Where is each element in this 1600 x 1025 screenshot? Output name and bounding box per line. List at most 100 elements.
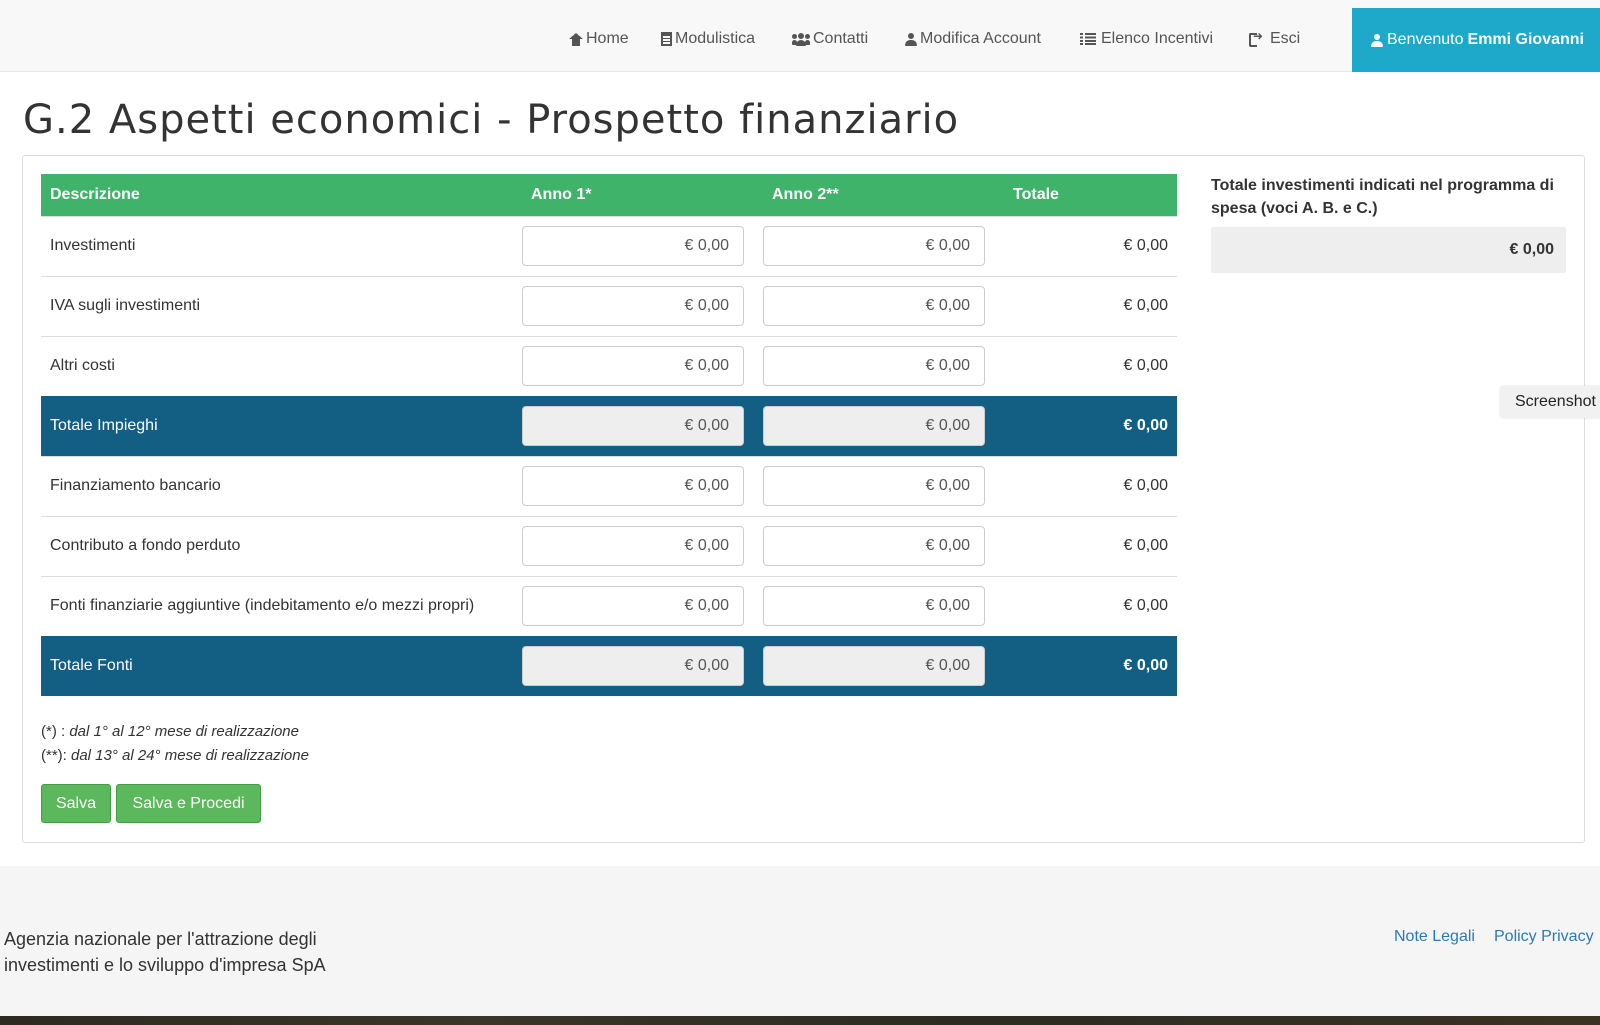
nav-elenco-incentivi-label: Elenco Incentivi bbox=[1101, 30, 1214, 47]
anno-1-cell bbox=[522, 515, 763, 576]
list-icon bbox=[1080, 33, 1096, 45]
welcome-prefix: Benvenuto bbox=[1387, 31, 1464, 48]
table-total-row: Totale Fonti € 0,00 bbox=[41, 635, 1177, 696]
anno-1-cell bbox=[522, 335, 763, 396]
anno-2-input[interactable] bbox=[763, 406, 985, 446]
footer-organization: Agenzia nazionale per l'attrazione degli… bbox=[4, 926, 364, 978]
users-icon bbox=[792, 32, 810, 46]
table-row: Contributo a fondo perduto € 0,00 bbox=[41, 515, 1177, 576]
nav-modulistica-label: Modulistica bbox=[675, 30, 756, 47]
anno-2-input[interactable] bbox=[763, 586, 985, 626]
anno-1-input[interactable] bbox=[522, 226, 744, 266]
welcome-user-button[interactable]: Benvenuto Emmi Giovanni bbox=[1352, 8, 1600, 72]
row-total-value: € 0,00 bbox=[1004, 515, 1177, 576]
anno-1-input[interactable] bbox=[522, 406, 744, 446]
footnote-2-key: (**): bbox=[41, 747, 71, 764]
footnote-1-text: dal 1° al 12° mese di realizzazione bbox=[69, 723, 299, 740]
anno-2-input[interactable] bbox=[763, 466, 985, 506]
side-total-title: Totale investimenti indicati nel program… bbox=[1211, 177, 1554, 217]
sign-out-icon bbox=[1249, 29, 1263, 47]
row-total-value: € 0,00 bbox=[1004, 215, 1177, 276]
anno-1-input[interactable] bbox=[522, 346, 744, 386]
table-row: Investimenti € 0,00 bbox=[41, 215, 1177, 276]
anno-2-input[interactable] bbox=[763, 226, 985, 266]
footnote-1-key: (*) : bbox=[41, 723, 70, 740]
nav-modifica-account-label: Modifica Account bbox=[920, 30, 1041, 47]
anno-2-input[interactable] bbox=[763, 286, 985, 326]
header-anno-1: Anno 1* bbox=[522, 174, 763, 216]
background-image-strip bbox=[0, 1016, 1600, 1025]
anno-2-cell bbox=[763, 515, 1004, 576]
header-anno-2: Anno 2** bbox=[763, 174, 1004, 216]
anno-1-cell bbox=[522, 635, 763, 696]
save-button[interactable]: Salva bbox=[41, 784, 111, 823]
table-row: IVA sugli investimenti € 0,00 bbox=[41, 275, 1177, 336]
nav-modifica-account[interactable]: Modifica Account bbox=[905, 30, 1041, 48]
row-total-value: € 0,00 bbox=[1004, 275, 1177, 336]
anno-1-input[interactable] bbox=[522, 286, 744, 326]
nav-home-label: Home bbox=[586, 30, 629, 47]
anno-2-cell bbox=[763, 215, 1004, 276]
header-descrizione: Descrizione bbox=[41, 174, 522, 216]
table-row: Fonti finanziarie aggiuntive (indebitame… bbox=[41, 575, 1177, 636]
anno-1-input[interactable] bbox=[522, 646, 744, 687]
anno-2-input[interactable] bbox=[763, 346, 985, 386]
anno-1-input[interactable] bbox=[522, 586, 744, 626]
footnote-anno-2: (**): dal 13° al 24° mese di realizzazio… bbox=[41, 747, 309, 764]
side-total-value: € 0,00 bbox=[1211, 227, 1566, 273]
anno-2-cell bbox=[763, 635, 1004, 696]
anno-2-input[interactable] bbox=[763, 646, 985, 687]
row-description: Investimenti bbox=[41, 215, 522, 276]
anno-1-cell bbox=[522, 455, 763, 516]
row-description: IVA sugli investimenti bbox=[41, 275, 522, 336]
row-description: Contributo a fondo perduto bbox=[41, 515, 522, 576]
anno-2-input[interactable] bbox=[763, 526, 985, 566]
row-total-value: € 0,00 bbox=[1004, 635, 1177, 696]
financial-table: Descrizione Anno 1* Anno 2** Totale Inve… bbox=[41, 174, 1177, 696]
save-and-proceed-button[interactable]: Salva e Procedi bbox=[116, 784, 261, 823]
anno-1-cell bbox=[522, 395, 763, 456]
row-total-value: € 0,00 bbox=[1004, 395, 1177, 456]
nav-home[interactable]: Home bbox=[569, 30, 629, 48]
row-description: Totale Fonti bbox=[41, 635, 522, 696]
nav-esci[interactable]: Esci bbox=[1249, 29, 1301, 48]
nav-contatti[interactable]: Contatti bbox=[792, 30, 868, 48]
table-row: Finanziamento bancario € 0,00 bbox=[41, 455, 1177, 516]
footer-org-line-1: Agenzia nazionale per l'attrazione degli bbox=[4, 929, 317, 949]
document-icon bbox=[661, 32, 672, 46]
page-title: G.2 Aspetti economici - Prospetto finanz… bbox=[23, 97, 960, 143]
anno-1-cell bbox=[522, 215, 763, 276]
table-row: Altri costi € 0,00 bbox=[41, 335, 1177, 396]
nav-elenco-incentivi[interactable]: Elenco Incentivi bbox=[1080, 30, 1213, 48]
nav-contatti-label: Contatti bbox=[813, 30, 869, 47]
anno-2-cell bbox=[763, 395, 1004, 456]
anno-2-cell bbox=[763, 455, 1004, 516]
user-icon bbox=[905, 32, 917, 46]
anno-1-cell bbox=[522, 275, 763, 336]
header-totale: Totale bbox=[1004, 174, 1177, 216]
anno-1-input[interactable] bbox=[522, 526, 744, 566]
anno-2-cell bbox=[763, 575, 1004, 636]
row-description: Fonti finanziarie aggiuntive (indebitame… bbox=[41, 575, 522, 636]
footer-org-line-2: investimenti e lo sviluppo d'impresa SpA bbox=[4, 955, 326, 975]
nav-esci-label: Esci bbox=[1270, 30, 1301, 47]
row-total-value: € 0,00 bbox=[1004, 455, 1177, 516]
policy-privacy-link[interactable]: Policy Privacy bbox=[1494, 928, 1594, 946]
row-description: Finanziamento bancario bbox=[41, 455, 522, 516]
nav-modulistica[interactable]: Modulistica bbox=[661, 30, 755, 48]
user-icon bbox=[1371, 33, 1383, 47]
anno-1-input[interactable] bbox=[522, 466, 744, 506]
row-description: Totale Impieghi bbox=[41, 395, 522, 456]
screenshot-tab[interactable]: Screenshot bbox=[1500, 386, 1600, 418]
footnote-2-text: dal 13° al 24° mese di realizzazione bbox=[71, 747, 309, 764]
row-description: Altri costi bbox=[41, 335, 522, 396]
welcome-name: Emmi Giovanni bbox=[1467, 31, 1584, 48]
note-legali-link[interactable]: Note Legali bbox=[1394, 928, 1475, 946]
home-icon bbox=[569, 32, 583, 46]
top-navbar: Home Modulistica Contatti Modifica Accou… bbox=[0, 0, 1600, 72]
anno-2-cell bbox=[763, 335, 1004, 396]
table-header-row: Descrizione Anno 1* Anno 2** Totale bbox=[41, 174, 1177, 216]
anno-1-cell bbox=[522, 575, 763, 636]
footer: Agenzia nazionale per l'attrazione degli… bbox=[0, 866, 1600, 1016]
row-total-value: € 0,00 bbox=[1004, 575, 1177, 636]
